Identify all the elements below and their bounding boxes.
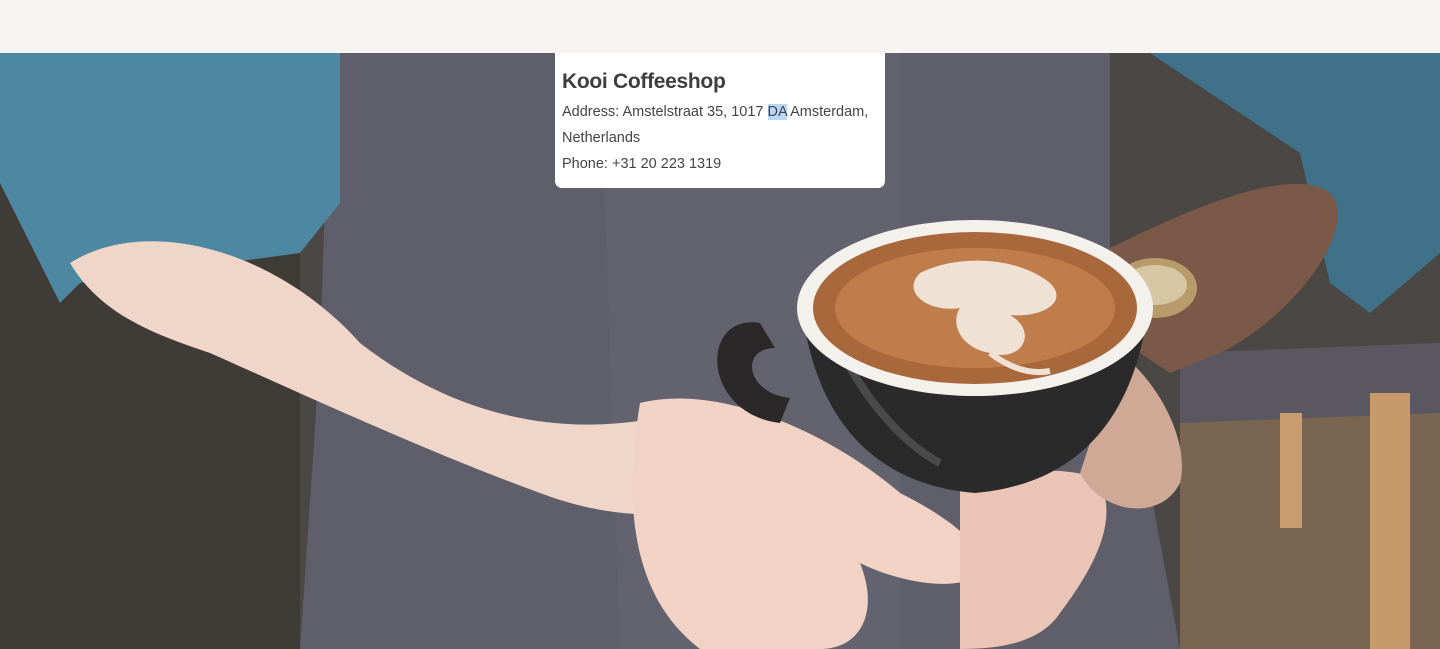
top-header-bar	[0, 0, 1440, 53]
selected-text: DA	[767, 104, 787, 120]
shop-address: Address: Amstelstraat 35, 1017 DA Amster…	[562, 99, 878, 151]
shop-info-card: Kooi Coffeeshop Address: Amstelstraat 35…	[555, 53, 885, 188]
shop-name: Kooi Coffeeshop	[562, 70, 726, 93]
shop-address-part1: Address: Amstelstraat 35, 1017	[562, 104, 768, 120]
shop-phone: Phone: +31 20 223 1319	[562, 156, 722, 172]
